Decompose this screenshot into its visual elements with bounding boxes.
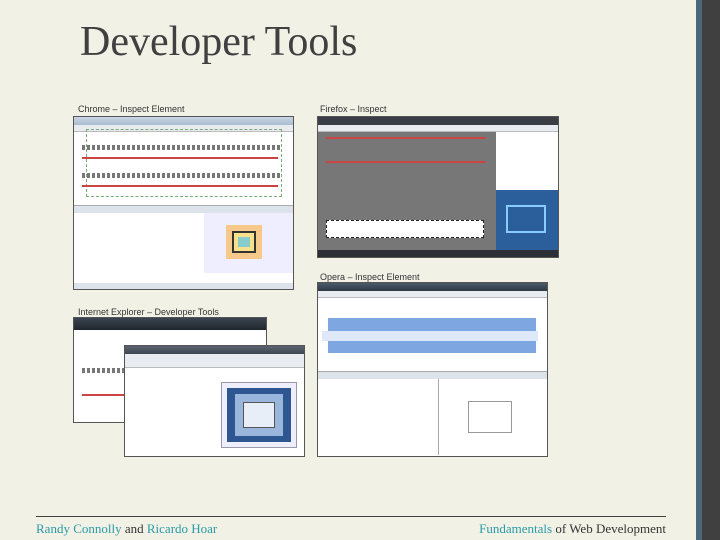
chrome-caption: Chrome – Inspect Element bbox=[78, 104, 185, 114]
footer-divider bbox=[36, 516, 666, 517]
firefox-caption: Firefox – Inspect bbox=[320, 104, 387, 114]
book-title-highlight: Fundamentals bbox=[479, 521, 553, 536]
footer-book-title: Fundamentals of Web Development bbox=[479, 521, 666, 537]
side-dark-bar bbox=[702, 0, 720, 540]
opera-caption: Opera – Inspect Element bbox=[320, 272, 420, 282]
footer-authors: Randy Connolly and Ricardo Hoar bbox=[36, 521, 217, 537]
author-1: Randy Connolly bbox=[36, 521, 122, 536]
chrome-screenshot bbox=[73, 116, 294, 290]
ie-devtools-screenshot bbox=[124, 345, 305, 457]
author-2: Ricardo Hoar bbox=[146, 521, 218, 536]
author-and: and bbox=[124, 521, 144, 536]
ie-caption: Internet Explorer – Developer Tools bbox=[78, 307, 219, 317]
opera-screenshot bbox=[317, 282, 548, 457]
book-title-rest: of Web Development bbox=[555, 521, 666, 536]
firefox-screenshot bbox=[317, 116, 559, 258]
slide-title: Developer Tools bbox=[80, 19, 358, 65]
